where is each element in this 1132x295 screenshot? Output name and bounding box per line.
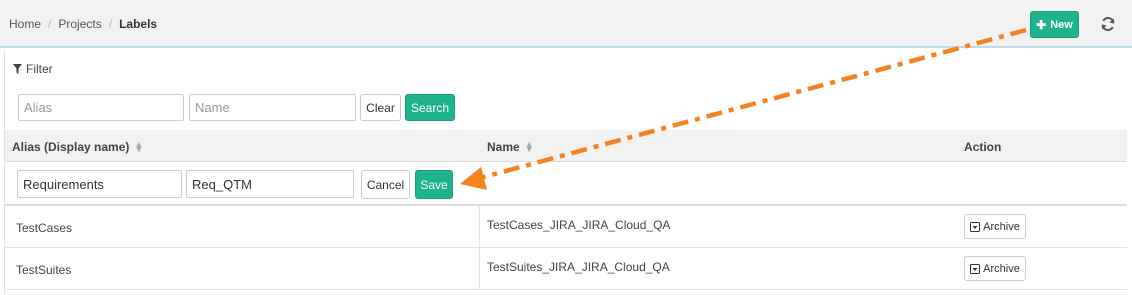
column-header-name[interactable]: Name ▲ ▼: [487, 140, 534, 155]
row-name: TestCases_JIRA_JIRA_Cloud_QA: [487, 218, 671, 232]
edit-alias-input[interactable]: [17, 170, 182, 198]
edit-name-input[interactable]: [186, 170, 354, 198]
breadcrumb-home[interactable]: Home: [9, 17, 41, 31]
breadcrumb-separator: /: [108, 17, 113, 31]
archive-icon: [970, 263, 981, 274]
plus-icon: ✚: [1036, 17, 1047, 32]
archive-icon: [970, 221, 981, 232]
refresh-icon[interactable]: [1100, 16, 1116, 32]
row-alias: TestCases: [16, 221, 73, 235]
row-alias: TestSuites: [16, 263, 72, 277]
column-header-alias[interactable]: Alias (Display name) ▲ ▼: [12, 140, 143, 155]
search-button[interactable]: Search: [405, 94, 455, 121]
filter-title-label: Filter: [26, 62, 53, 76]
name-filter-input[interactable]: [189, 94, 356, 121]
filter-title[interactable]: Filter: [13, 62, 53, 76]
table-cell-alias: [5, 206, 480, 247]
archive-button-label: Archive: [983, 262, 1020, 275]
column-header-alias-label: Alias (Display name): [12, 140, 130, 154]
archive-button[interactable]: Archive: [964, 214, 1026, 239]
breadcrumb-separator: /: [48, 17, 52, 31]
top-bar: Home / Projects / Labels ✚ New: [0, 0, 1132, 48]
alias-filter-input[interactable]: [18, 94, 184, 121]
new-button[interactable]: ✚ New: [1030, 11, 1079, 38]
sort-icon[interactable]: ▲ ▼: [134, 140, 143, 154]
table-header: Alias (Display name) ▲ ▼ Name ▲ ▼ Action: [5, 130, 1127, 162]
archive-button-label: Archive: [983, 220, 1020, 233]
clear-button[interactable]: Clear: [360, 94, 401, 121]
archive-button[interactable]: Archive: [964, 256, 1026, 281]
table-cell-alias: [5, 248, 480, 289]
column-header-action: Action: [964, 140, 1001, 154]
column-header-action-label: Action: [964, 140, 1002, 154]
save-button[interactable]: Save: [415, 170, 453, 199]
breadcrumb-current: Labels: [119, 17, 158, 31]
sort-icon[interactable]: ▲ ▼: [525, 140, 534, 154]
new-button-label: New: [1050, 18, 1073, 31]
cancel-button[interactable]: Cancel: [361, 170, 410, 199]
breadcrumb: Home / Projects / Labels: [9, 17, 157, 31]
table-row: TestCases TestCases_JIRA_JIRA_Cloud_QA A…: [5, 206, 1127, 248]
column-header-name-label: Name: [487, 140, 520, 154]
breadcrumb-projects[interactable]: Projects: [58, 17, 101, 31]
table-row: TestSuites TestSuites_JIRA_JIRA_Cloud_QA…: [5, 248, 1127, 290]
funnel-icon: [13, 64, 22, 74]
row-name: TestSuites_JIRA_JIRA_Cloud_QA: [487, 260, 670, 274]
